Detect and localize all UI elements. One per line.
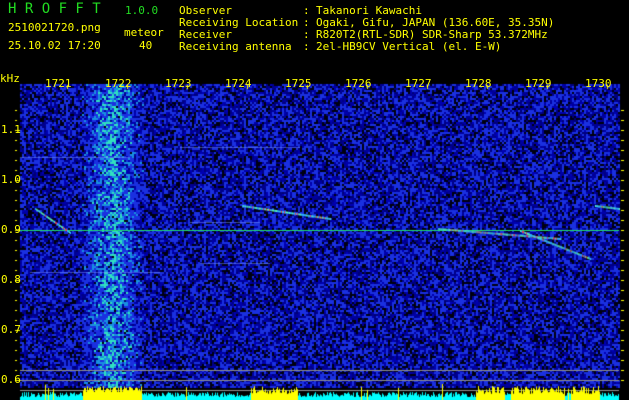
app-logo: H R O F F T [8,1,101,17]
info-row: Receiving antenna:2el-HB9CV Vertical (el… [179,41,579,53]
spectrogram-plot [0,0,629,400]
y-tick-label: 0.7 [1,323,21,336]
x-tick-label: 1725 [285,77,312,90]
info-colon: : [303,40,310,53]
y-tick-label: 1.0 [1,173,21,186]
y-tick-label: 0.9 [1,223,21,236]
info-value: 2el-HB9CV Vertical (el. E-W) [316,40,502,53]
app-version: 1.0.0 [125,4,159,17]
x-tick-label: 1722 [105,77,132,90]
x-tick-label: 1721 [45,77,72,90]
x-tick-label: 1723 [165,77,192,90]
x-tick-label: 1730 [585,77,612,90]
filename: 2510021720.png [8,21,101,34]
x-tick-label: 1727 [405,77,432,90]
meteor-label: meteor [124,26,164,39]
x-tick-label: 1726 [345,77,372,90]
x-tick-label: 1724 [225,77,252,90]
y-tick-label: 0.6 [1,373,21,386]
y-tick-label: 0.8 [1,273,21,286]
datetime: 25.10.02 17:20 [8,39,101,52]
meteor-count: 40 [139,39,153,52]
x-tick-label: 1729 [525,77,552,90]
x-tick-label: 1728 [465,77,492,90]
y-axis-unit: kHz [0,72,20,85]
info-label: Receiving antenna [179,40,292,53]
y-tick-label: 1.1 [1,123,21,136]
